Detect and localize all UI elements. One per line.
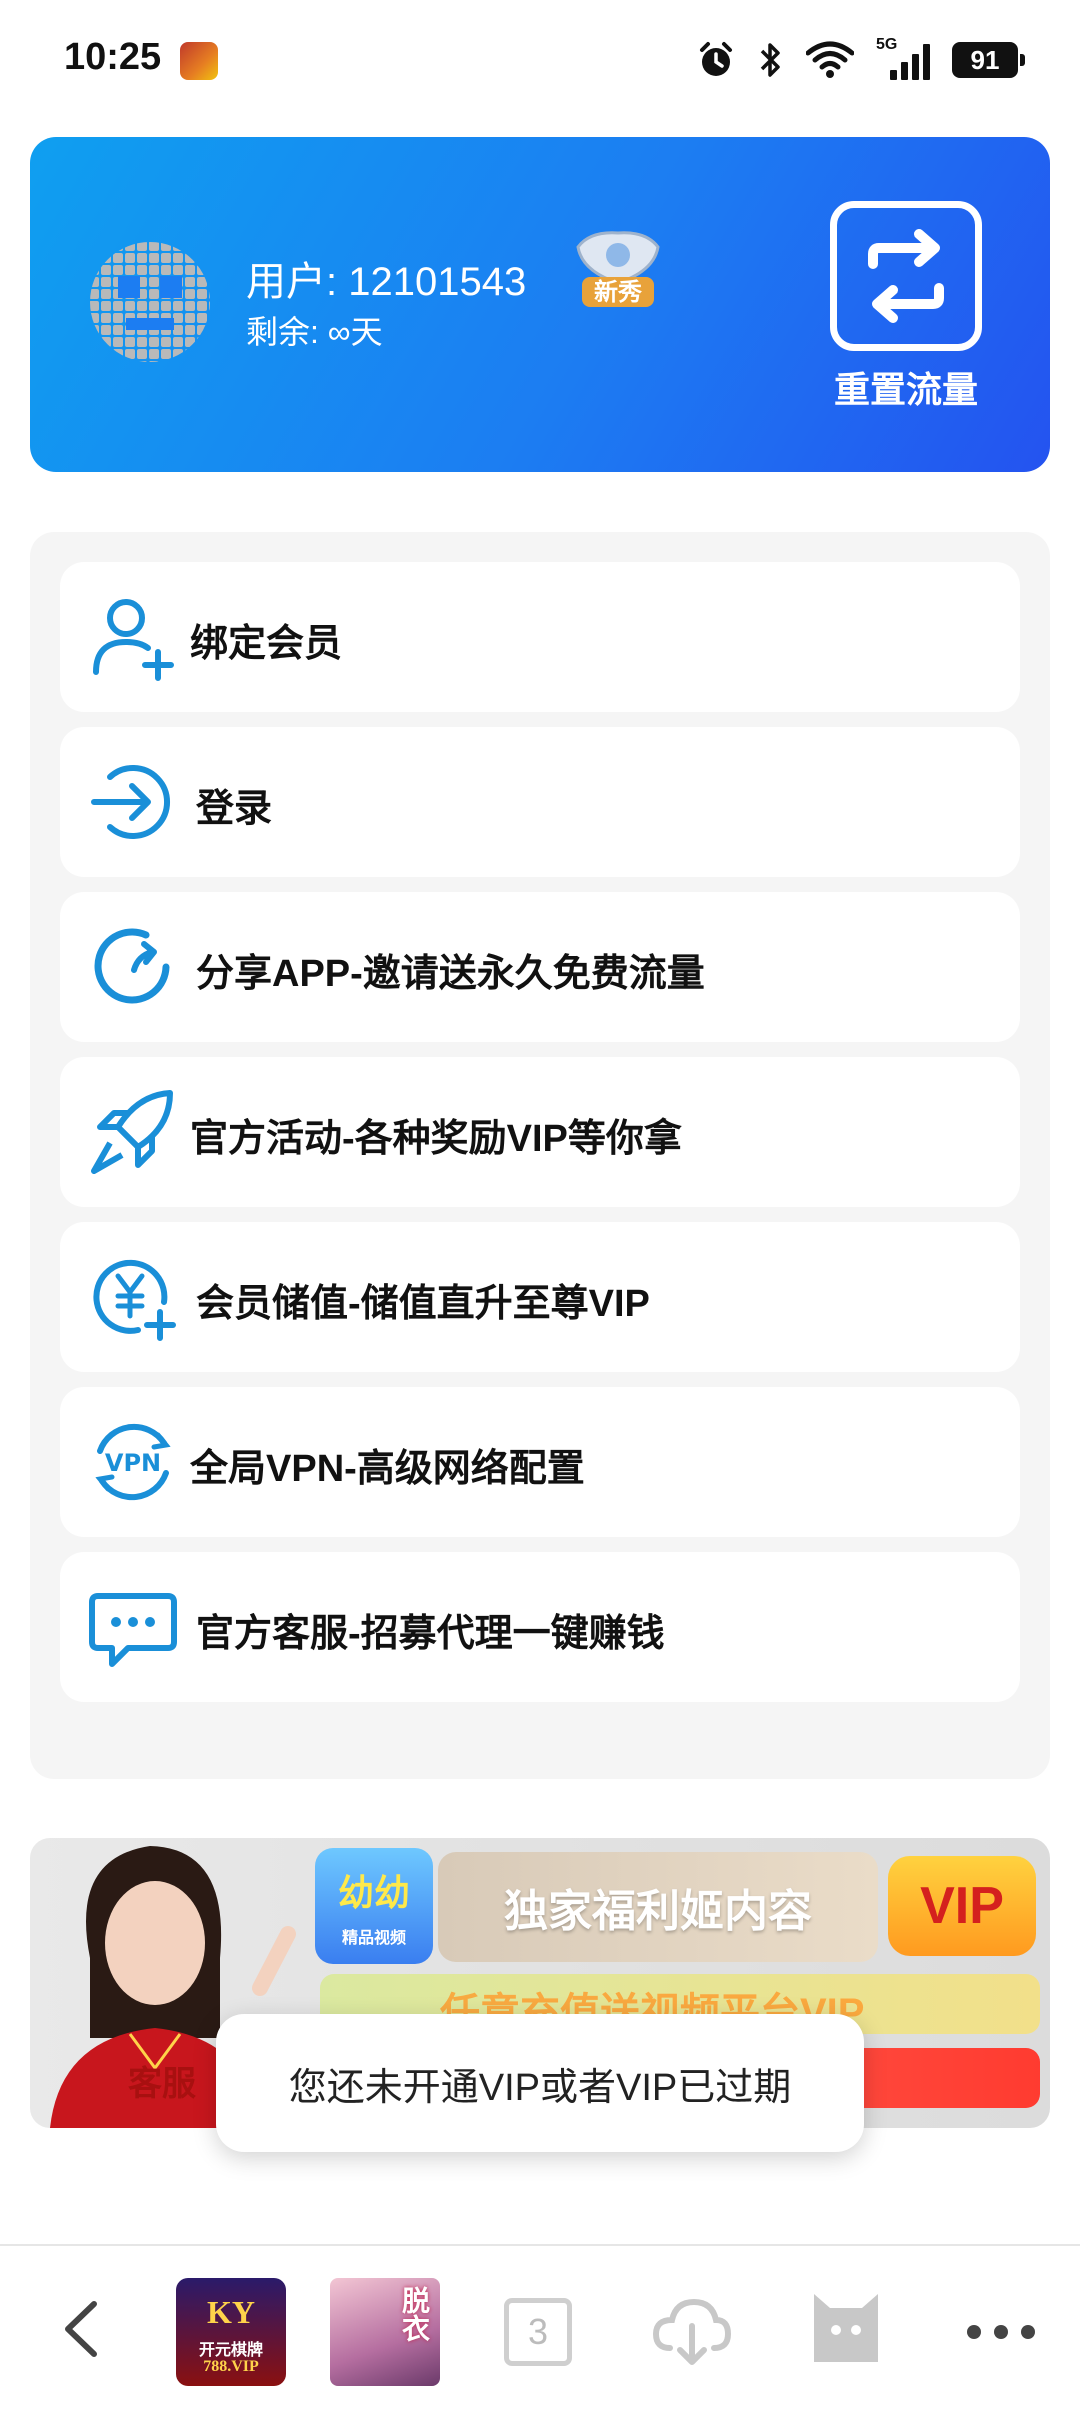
menu-item-customer-service[interactable]: 官方客服-招募代理一键赚钱 — [60, 1552, 1020, 1702]
game-notification-icon — [180, 42, 218, 80]
rookie-badge: 新秀 — [576, 231, 660, 307]
banner-logo-text: 幼幼 — [337, 1872, 410, 1913]
banner-app-logo: 幼幼 精品视频 — [315, 1848, 433, 1964]
menu-label: 官方活动-各种奖励VIP等你拿 — [190, 1118, 682, 1160]
game2-text: 脱衣 — [399, 2286, 430, 2342]
yuan-recharge-icon — [93, 1259, 176, 1341]
banner-logo-subtext: 精品视频 — [341, 1930, 406, 1947]
add-user-icon — [93, 599, 174, 681]
cloud-download-icon[interactable] — [652, 2292, 732, 2368]
menu-item-official-activity[interactable]: 官方活动-各种奖励VIP等你拿 — [60, 1057, 1020, 1207]
game1-site: 788.VIP — [203, 2358, 259, 2375]
banner-vip-badge: VIP — [888, 1856, 1036, 1956]
menu-item-bind-member[interactable]: 绑定会员 — [60, 562, 1020, 712]
user-header-card: 用户: 12101543 剩余: ∞天 新秀 重置流量 — [30, 137, 1050, 472]
svg-text:VPN: VPN — [105, 1449, 161, 1477]
menu-label: 会员储值-储值直升至尊VIP — [196, 1283, 650, 1325]
rocket-icon — [91, 1090, 173, 1174]
cat-icon[interactable] — [810, 2290, 882, 2366]
game1-name: 开元棋牌 — [198, 2342, 263, 2359]
menu-item-global-vpn[interactable]: VPN 全局VPN-高级网络配置 — [60, 1387, 1020, 1537]
user-id: 用户: 12101543 — [246, 260, 527, 304]
banner-slogan: 独家福利姬内容 — [438, 1852, 878, 1962]
back-icon[interactable] — [50, 2294, 110, 2364]
login-arrow-icon — [91, 765, 170, 839]
game-shortcut-2[interactable]: 脱衣 — [330, 2278, 440, 2386]
status-bar: 10:25 5G 91 — [0, 0, 1080, 120]
vpn-icon: VPN — [95, 1423, 171, 1501]
more-icon[interactable] — [966, 2324, 1036, 2340]
chat-bubble-icon — [89, 1593, 177, 1667]
game-shortcut-kaiyuan[interactable]: KY 开元棋牌 788.VIP — [176, 2278, 286, 2386]
remaining-days: 剩余: ∞天 — [246, 314, 383, 350]
reset-traffic-label: 重置流量 — [833, 369, 978, 410]
menu-label: 全局VPN-高级网络配置 — [190, 1448, 585, 1490]
reset-traffic-button[interactable]: 重置流量 — [816, 201, 996, 411]
menu-item-share-app[interactable]: 分享APP-邀请送永久免费流量 — [60, 892, 1020, 1042]
status-time: 10:25 — [64, 36, 162, 78]
menu-panel: 绑定会员 登录 分享APP-邀请送永久免费流量 官方活动-各种奖励VIP等你拿 — [30, 532, 1050, 1779]
game1-logo: KY — [207, 2294, 255, 2330]
alarm-icon — [700, 42, 732, 76]
tabs-count-button[interactable]: 3 — [504, 2298, 572, 2366]
vip-expired-toast: 您还未开通VIP或者VIP已过期 — [216, 2014, 864, 2152]
status-icons: 5G 91 — [696, 36, 1025, 82]
menu-item-member-recharge[interactable]: 会员储值-储值直升至尊VIP — [60, 1222, 1020, 1372]
wifi-icon — [806, 41, 854, 78]
signal-5g-icon: 5G — [876, 36, 930, 80]
reset-icon — [830, 201, 982, 351]
menu-label: 登录 — [196, 788, 273, 830]
bluetooth-icon — [760, 43, 780, 77]
badge-text: 新秀 — [594, 278, 642, 306]
share-refresh-icon — [94, 928, 170, 1004]
menu-label: 分享APP-邀请送永久免费流量 — [196, 953, 705, 995]
avatar[interactable] — [88, 240, 212, 364]
menu-label: 官方客服-招募代理一键赚钱 — [196, 1613, 665, 1655]
battery-icon: 91 — [952, 42, 1025, 78]
menu-item-login[interactable]: 登录 — [60, 727, 1020, 877]
bottom-nav: KY 开元棋牌 788.VIP 脱衣 3 — [0, 2244, 1080, 2412]
menu-label: 绑定会员 — [190, 623, 343, 665]
banner-service-text: 客服 — [128, 2065, 196, 2103]
